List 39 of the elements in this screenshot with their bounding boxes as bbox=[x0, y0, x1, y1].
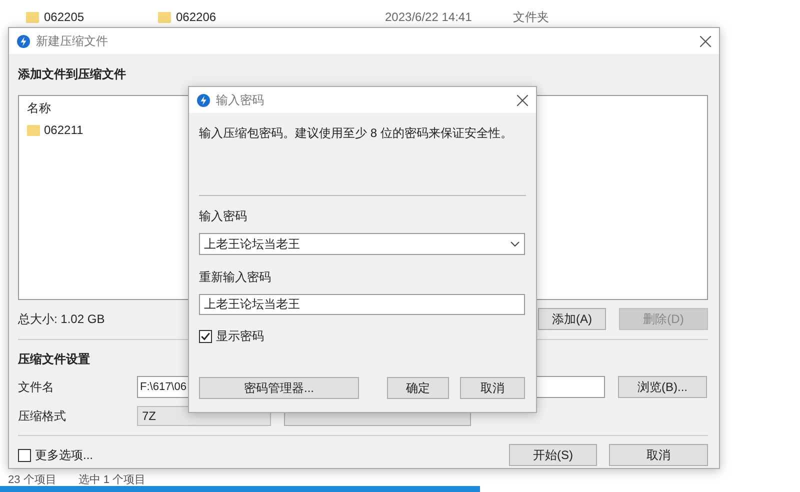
checkbox[interactable] bbox=[18, 448, 31, 462]
field-label: 文件名 bbox=[18, 378, 55, 396]
window-title: 输入密码 bbox=[216, 92, 265, 108]
modified-date: 2023/6/22 14:41 bbox=[385, 10, 473, 24]
folder-icon bbox=[26, 12, 39, 22]
checkbox-label[interactable]: 更多选项... bbox=[35, 446, 94, 464]
file-name[interactable]: 062211 bbox=[44, 123, 84, 137]
field-label: 重新输入密码 bbox=[199, 269, 272, 286]
close-icon[interactable] bbox=[517, 94, 528, 106]
status-text: 选中 1 个项目 bbox=[78, 473, 146, 487]
section-title: 添加文件到压缩文件 bbox=[18, 66, 127, 83]
confirm-password-field[interactable]: 上老王论坛当老王 bbox=[199, 294, 525, 315]
column-header[interactable]: 名称 bbox=[27, 100, 51, 117]
total-size: 总大小: 1.02 GB bbox=[18, 310, 105, 328]
checkbox[interactable] bbox=[199, 330, 212, 343]
window-title: 新建压缩文件 bbox=[36, 32, 109, 50]
close-icon[interactable] bbox=[700, 36, 711, 46]
app-logo-icon bbox=[17, 34, 30, 48]
file-name[interactable]: 062206 bbox=[176, 10, 216, 24]
dialog-button[interactable]: 密码管理器... bbox=[199, 377, 359, 399]
section-title: 压缩文件设置 bbox=[18, 351, 91, 368]
description-text: 输入压缩包密码。建议使用至少 8 位的密码来保证安全性。 bbox=[199, 125, 514, 142]
folder-icon bbox=[158, 12, 171, 22]
checkbox-label[interactable]: 显示密码 bbox=[216, 328, 264, 345]
folder-icon bbox=[27, 124, 40, 136]
list-button[interactable]: 添加(A) bbox=[538, 308, 606, 330]
field-label: 压缩格式 bbox=[18, 408, 67, 424]
field-label: 输入密码 bbox=[199, 208, 248, 225]
dialog-button[interactable]: 取消 bbox=[460, 377, 525, 399]
chevron-down-icon[interactable] bbox=[510, 241, 520, 247]
app-logo-icon bbox=[197, 94, 210, 106]
file-name[interactable]: 062205 bbox=[44, 10, 84, 24]
password-combobox[interactable]: 上老王论坛当老王 bbox=[199, 233, 525, 255]
browse-button[interactable]: 浏览(B)... bbox=[618, 376, 707, 398]
dialog-button[interactable]: 取消 bbox=[609, 444, 708, 466]
file-type: 文件夹 bbox=[513, 8, 549, 26]
dialog-button[interactable]: 确定 bbox=[387, 377, 449, 399]
status-text: 23 个项目 bbox=[8, 473, 56, 487]
dialog-button[interactable]: 开始(S) bbox=[509, 444, 597, 466]
